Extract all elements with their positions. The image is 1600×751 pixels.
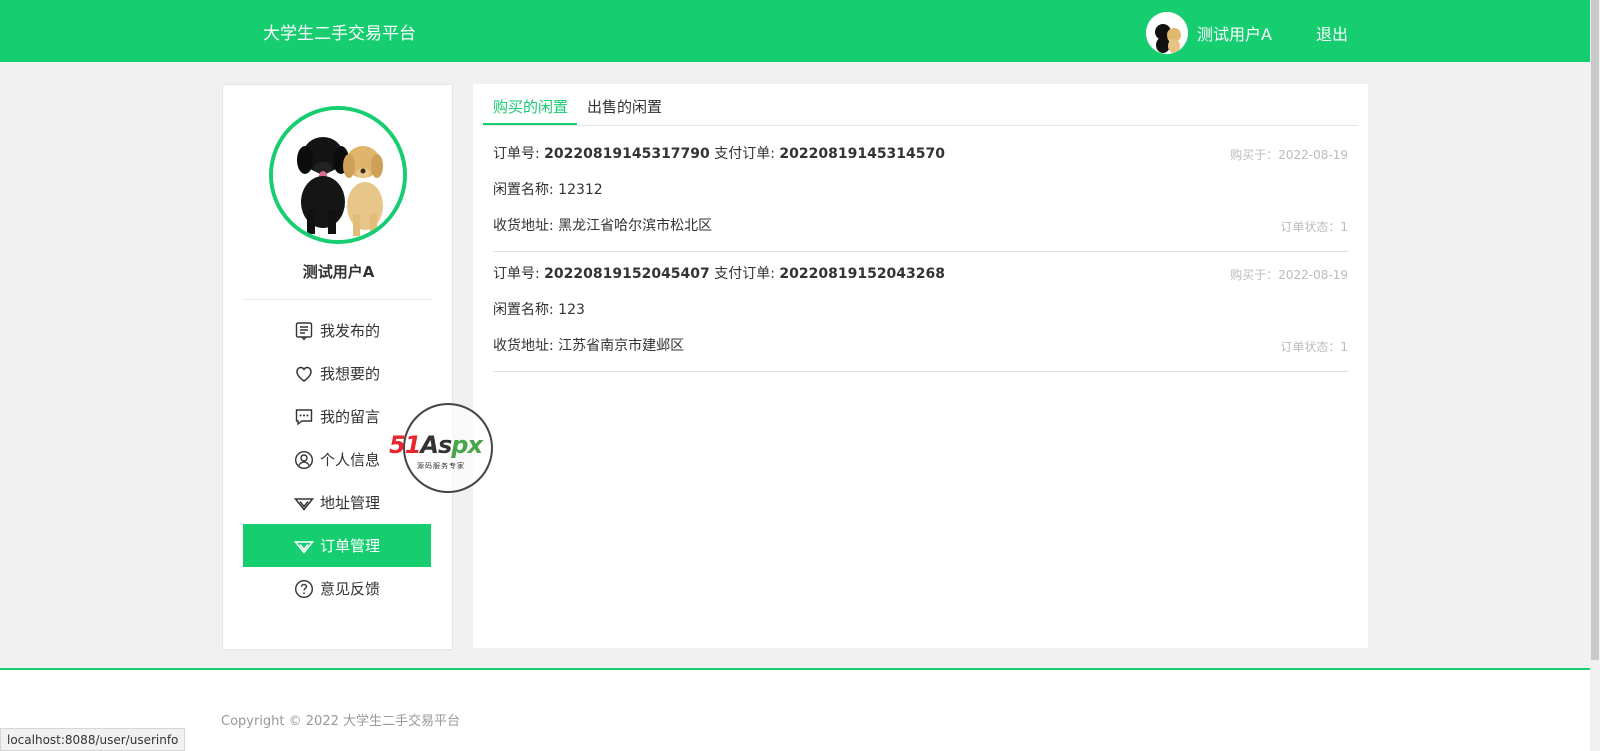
dogs-avatar-icon	[1146, 12, 1188, 54]
item-name-line: 闲置名称: 123	[493, 299, 585, 319]
order-number-line: 订单号: 20220819152045407 支付订单: 20220819152…	[493, 263, 945, 283]
watermark-brand-dark: As	[420, 431, 452, 459]
user-sidebar: 测试用户A 我发布的 我想要的 我的留言 个人信息 地址管理 订单管理 意见反馈	[222, 84, 453, 650]
tab-purchased[interactable]: 购买的闲置	[493, 96, 568, 117]
address-line: 收货地址: 黑龙江省哈尔滨市松北区	[493, 215, 712, 235]
user-icon	[294, 450, 314, 470]
address-line: 收货地址: 江苏省南京市建邺区	[493, 335, 684, 355]
site-brand[interactable]: 大学生二手交易平台	[263, 19, 416, 44]
sidebar-item-wishlist[interactable]: 我想要的	[243, 352, 431, 395]
order-tabs: 购买的闲置 出售的闲置	[483, 84, 1358, 126]
sidebar-item-address[interactable]: 地址管理	[243, 481, 431, 524]
list-icon	[294, 321, 314, 341]
message-icon	[294, 407, 314, 427]
order-no-label: 订单号:	[493, 266, 540, 282]
heart-icon	[294, 364, 314, 384]
sidebar-item-label: 我想要的	[319, 365, 380, 383]
header-username[interactable]: 测试用户A	[1197, 21, 1272, 45]
address-value: 黑龙江省哈尔滨市松北区	[558, 218, 713, 234]
sidebar-item-label: 地址管理	[319, 494, 380, 512]
item-name-label: 闲置名称:	[493, 302, 554, 318]
watermark-logo: 51Aspx 源码服务专家	[389, 403, 493, 493]
tab-sold[interactable]: 出售的闲置	[587, 96, 662, 117]
pay-no-label: 支付订单:	[714, 146, 775, 162]
order-no: 20220819145317790	[544, 146, 710, 162]
sidebar-item-label: 个人信息	[319, 451, 380, 469]
item-name: 12312	[558, 182, 603, 198]
watermark-subtitle: 源码服务专家	[417, 462, 465, 470]
copyright-text: Copyright © 2022 大学生二手交易平台	[221, 714, 461, 729]
diamond-icon	[293, 493, 314, 513]
pay-no: 20220819145314570	[779, 146, 946, 162]
watermark-brand-green: px	[451, 431, 483, 459]
address-label: 收货地址:	[493, 218, 554, 234]
sidebar-item-feedback[interactable]: 意见反馈	[243, 567, 431, 610]
sidebar-item-label: 订单管理	[319, 537, 380, 555]
purchase-date: 购买于：2022-08-19	[1230, 148, 1348, 162]
order-status: 订单状态：1	[1280, 220, 1348, 234]
active-tab-indicator	[483, 123, 577, 125]
scrollbar-thumb[interactable]	[1591, 0, 1599, 660]
page-scrollbar[interactable]	[1590, 0, 1600, 751]
help-icon	[294, 579, 314, 599]
sidebar-item-orders[interactable]: 订单管理	[243, 524, 431, 567]
browser-status-url: localhost:8088/user/userinfo	[0, 728, 186, 751]
sidebar-item-label: 意见反馈	[319, 580, 380, 598]
profile-avatar[interactable]	[269, 106, 407, 244]
address-label: 收货地址:	[493, 338, 554, 354]
sidebar-item-label: 我的留言	[319, 408, 380, 426]
sidebar-item-my-posts[interactable]: 我发布的	[243, 309, 431, 352]
profile-username: 测试用户A	[302, 263, 375, 281]
item-name-line: 闲置名称: 12312	[493, 179, 603, 199]
pay-no: 20220819152043268	[779, 266, 946, 282]
dogs-photo-icon	[273, 110, 403, 240]
order-card: 订单号: 20220819152045407 支付订单: 20220819152…	[493, 252, 1348, 372]
address-value: 江苏省南京市建邺区	[558, 338, 685, 354]
sidebar-item-label: 我发布的	[319, 322, 380, 340]
orders-panel: 购买的闲置 出售的闲置 订单号: 20220819145317790 支付订单:…	[473, 84, 1368, 648]
page-footer: Copyright © 2022 大学生二手交易平台	[0, 668, 1590, 751]
order-status: 订单状态：1	[1280, 340, 1348, 354]
divider	[243, 299, 431, 300]
pay-no-label: 支付订单:	[714, 266, 775, 282]
order-no: 20220819152045407	[544, 266, 710, 282]
logout-link[interactable]: 退出	[1316, 21, 1348, 45]
top-navbar: 大学生二手交易平台 测试用户A 退出	[0, 0, 1590, 62]
order-number-line: 订单号: 20220819145317790 支付订单: 20220819145…	[493, 143, 945, 163]
item-name-label: 闲置名称:	[493, 182, 554, 198]
item-name: 123	[558, 302, 585, 318]
watermark-brand-red: 51	[389, 431, 421, 459]
order-card: 订单号: 20220819145317790 支付订单: 20220819145…	[493, 132, 1348, 252]
header-avatar[interactable]	[1146, 12, 1188, 54]
order-no-label: 订单号:	[493, 146, 540, 162]
purchase-date: 购买于：2022-08-19	[1230, 268, 1348, 282]
watermark-brand: 51Aspx	[389, 431, 483, 459]
diamond-icon	[293, 536, 314, 556]
